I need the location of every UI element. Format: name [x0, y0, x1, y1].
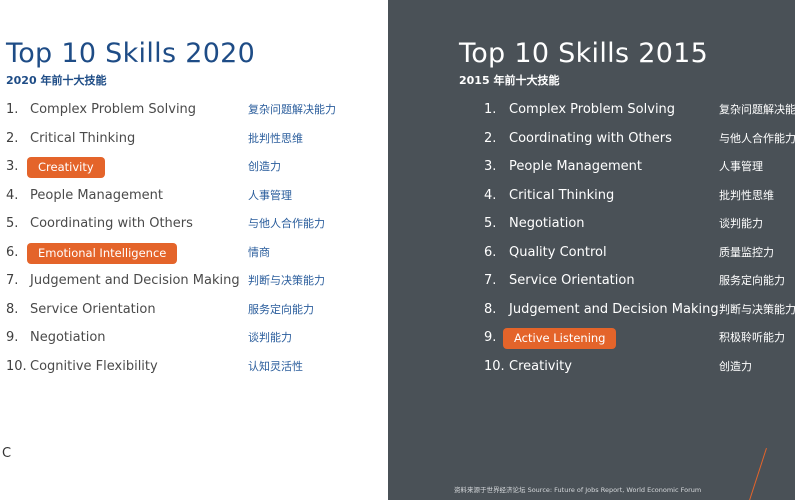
skill-label: Creativity [509, 358, 572, 374]
skill-row: 1. Complex Problem Solving 复杂问题解决能力 [0, 96, 388, 125]
skill-chinese-label: 创造力 [248, 160, 281, 173]
skill-row: 6. Quality Control 质量监控力 [388, 239, 795, 268]
source-footer: 资料来源于世界经济论坛 Source: Future of Jobs Repor… [454, 486, 702, 494]
skill-row: 1. Complex Problem Solving 复杂问题解决能 [388, 96, 795, 125]
skill-chinese-label: 谈判能力 [248, 331, 292, 344]
skill-row: 10. Cognitive Flexibility 认知灵活性 [0, 353, 388, 382]
skill-rank: 2. [6, 130, 19, 146]
skill-label: Complex Problem Solving [30, 102, 197, 117]
skill-row: 10. Creativity 创造力 [388, 353, 795, 382]
panel-title-2015: Top 10 Skills 2015 [459, 38, 709, 69]
stray-character: C [2, 446, 12, 461]
skill-rank: 8. [484, 301, 497, 317]
skill-row: 4. Critical Thinking 批判性思维 [388, 182, 795, 211]
skill-label: Critical Thinking [509, 187, 615, 203]
skill-row: 2. Coordinating with Others 与他人合作能力 [388, 125, 795, 154]
skills-2015-panel: Top 10 Skills 2015 2015 年前十大技能 1. Complex… [388, 0, 795, 500]
skill-chinese-label: 认知灵活性 [248, 359, 303, 373]
panel-subtitle-2015: 2015 年前十大技能 [459, 74, 560, 87]
skill-chinese-label: 服务定向能力 [719, 274, 785, 287]
skill-list-2020: 1. Complex Problem Solving 复杂问题解决能力 2. Criti… [0, 96, 388, 381]
skill-chinese-label: 创造力 [719, 359, 752, 373]
skill-rank: 5. [6, 216, 19, 231]
skills-2020-panel: Top 10 Skills 2020 2020 年前十大技能 1. Complex… [0, 0, 388, 500]
skill-list-2015: 1. Complex Problem Solving 复杂问题解决能 2. Coordi… [388, 96, 795, 381]
skill-rank: 3. [484, 159, 497, 174]
skill-rank: 4. [484, 187, 497, 203]
skill-chinese-label: 与他人合作能力 [719, 131, 795, 145]
skill-rank: 9. [6, 330, 19, 345]
skill-row: 7. Judgement and Decision Making 判断与决策能力 [0, 267, 388, 296]
skill-label: Coordinating with Others [509, 130, 672, 146]
skill-label: People Management [30, 187, 163, 203]
skill-chinese-label: 判断与决策能力 [719, 302, 795, 316]
skill-rank: 8. [6, 301, 19, 317]
skill-chinese-label: 判断与决策能力 [248, 274, 325, 287]
skill-rank: 7. [484, 273, 497, 288]
skill-chinese-label: 批判性思维 [248, 131, 303, 145]
skill-label: Coordinating with Others [30, 216, 193, 231]
skill-chinese-label: 复杂问题解决能 [719, 103, 795, 116]
skill-label: Negotiation [30, 330, 106, 345]
skill-rank: 6. [484, 244, 497, 260]
skill-rank: 5. [484, 216, 497, 231]
panel-subtitle-2020: 2020 年前十大技能 [6, 74, 107, 87]
skill-chinese-label: 谈判能力 [719, 217, 763, 230]
skill-label-highlighted: Creativity [27, 157, 105, 178]
skill-label: Quality Control [509, 244, 607, 260]
skill-rank: 1. [484, 102, 497, 117]
skill-row: 2. Critical Thinking 批判性思维 [0, 125, 388, 154]
skill-label: Complex Problem Solving [509, 102, 676, 117]
skill-chinese-label: 复杂问题解决能力 [248, 103, 336, 116]
skill-label: Judgement and Decision Making [30, 273, 240, 288]
skill-chinese-label: 积极聆听能力 [719, 331, 785, 344]
decorative-accent-line [747, 448, 767, 500]
skill-label: Judgement and Decision Making [509, 301, 719, 317]
skill-rank: 7. [6, 273, 19, 288]
skill-rank: 10. [6, 358, 27, 374]
skill-chinese-label: 人事管理 [248, 188, 292, 202]
skill-row: 7. Service Orientation 服务定向能力 [388, 267, 795, 296]
skill-label: People Management [509, 159, 642, 174]
skill-label: Cognitive Flexibility [30, 358, 158, 374]
skill-row: 5. Coordinating with Others 与他人合作能力 [0, 210, 388, 239]
skill-row: 3. People Management 人事管理 [388, 153, 795, 182]
skill-row: 9. Active Listening 积极聆听能力 [388, 324, 795, 353]
skill-label: Critical Thinking [30, 130, 136, 146]
skill-label-highlighted: Active Listening [503, 328, 617, 349]
panel-title-2020: Top 10 Skills 2020 [6, 38, 256, 69]
skill-label: Service Orientation [509, 273, 635, 288]
skill-label-highlighted: Emotional Intelligence [27, 242, 178, 264]
skill-chinese-label: 批判性思维 [719, 188, 774, 202]
skill-rank: 2. [484, 130, 497, 146]
skill-row: 5. Negotiation 谈判能力 [388, 210, 795, 239]
skill-rank: 4. [6, 187, 19, 203]
skill-row: 9. Negotiation 谈判能力 [0, 324, 388, 353]
skill-chinese-label: 质量监控力 [719, 245, 774, 259]
skill-chinese-label: 服务定向能力 [248, 302, 314, 316]
skill-rank: 6. [6, 244, 19, 260]
skill-chinese-label: 情商 [248, 245, 270, 259]
skill-rank: 9. [484, 330, 497, 345]
skill-row: 3. Creativity 创造力 [0, 153, 388, 182]
skill-chinese-label: 与他人合作能力 [248, 217, 325, 230]
skill-chinese-label: 人事管理 [719, 160, 763, 173]
skill-label: Negotiation [509, 216, 585, 231]
skill-row: 8. Service Orientation 服务定向能力 [0, 296, 388, 325]
skill-row: 6. Emotional Intelligence 情商 [0, 239, 388, 268]
skill-rank: 3. [6, 159, 19, 174]
skill-rank: 1. [6, 102, 19, 117]
skill-label: Service Orientation [30, 301, 156, 317]
skill-row: 4. People Management 人事管理 [0, 182, 388, 211]
skill-row: 8. Judgement and Decision Making 判断与决策能力 [388, 296, 795, 325]
skill-rank: 10. [484, 358, 505, 374]
